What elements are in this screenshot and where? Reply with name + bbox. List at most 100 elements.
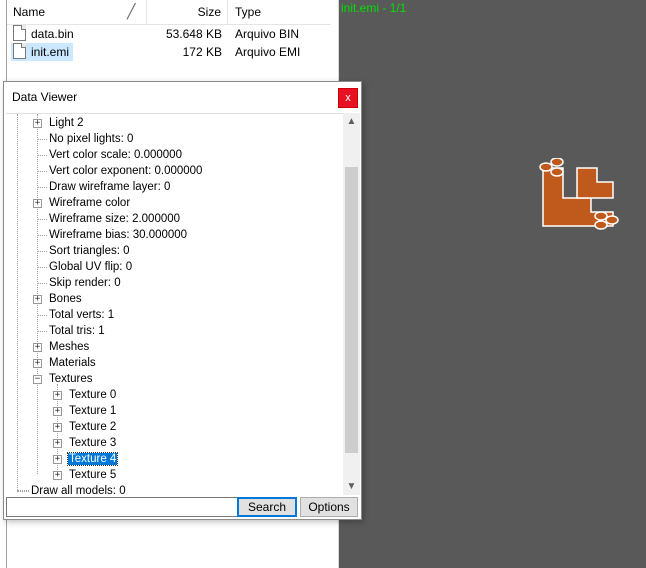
tree-node-no-pixel-lights[interactable]: No pixel lights: 0 [32,131,134,147]
tree-node-label: Wireframe bias: 30.000000 [49,229,188,241]
tree-node-texture-0[interactable]: + Texture 0 [52,387,117,403]
tree-node-wireframe-bias[interactable]: Wireframe bias: 30.000000 [32,227,188,243]
collapse-icon[interactable]: − [33,375,42,384]
column-header-type[interactable]: Type [229,0,329,24]
tree-node-texture-4-selected[interactable]: + Texture 4 [52,451,119,467]
file-list-header: Name ╱ Size Type [7,0,331,25]
expand-icon[interactable]: + [33,359,42,368]
tree-node-light-2[interactable]: + Light 2 [32,115,85,131]
tree-node-label: Light 2 [49,117,84,129]
tree-branch-line [37,171,47,172]
tree-node-vert-color-scale[interactable]: Vert color scale: 0.000000 [32,147,183,163]
tree-node-label: Total tris: 1 [49,325,105,337]
close-icon: x [345,92,351,104]
column-size-label: Size [197,5,221,19]
tree-node-label: Draw all models: 0 [31,485,126,496]
expand-icon[interactable]: + [53,407,62,416]
dialog-titlebar[interactable]: Data Viewer x [4,82,361,112]
expand-icon[interactable]: + [33,343,42,352]
options-button-label: Options [308,500,350,514]
tree-node-textures[interactable]: − Textures [32,371,93,387]
search-button[interactable]: Search [237,497,297,517]
tree-node-label: Texture 4 [66,452,119,466]
tree-node-label: Meshes [49,341,90,353]
file-size: 172 KB [182,45,222,59]
tree-node-total-verts[interactable]: Total verts: 1 [32,307,115,323]
model-logo-icon [539,158,619,230]
tree-node-meshes[interactable]: + Meshes [32,339,90,355]
tree-node-label: Bones [49,293,82,305]
tree-branch-line [37,219,47,220]
expand-icon[interactable]: + [33,295,42,304]
model-viewer[interactable]: init.emi - 1/1 [339,0,646,568]
tree-guide-line [37,378,38,474]
column-name-label: Name [13,5,46,19]
expand-icon[interactable]: + [53,439,62,448]
tree-node-label: Texture 3 [69,437,117,449]
tree-node-label: Total verts: 1 [49,309,115,321]
tree-node-label: Global UV flip: 0 [49,261,133,273]
search-input[interactable] [6,497,242,517]
expand-icon[interactable]: + [53,455,62,464]
tree-branch-line [37,251,47,252]
tree-node-texture-2[interactable]: + Texture 2 [52,419,117,435]
tree-node-label: Textures [49,373,93,385]
tree-branch-line [37,331,47,332]
file-name: data.bin [31,27,74,41]
tree-node-label: Sort triangles: 0 [49,245,130,257]
tree-scrollbar[interactable]: ▲ ▼ [343,113,360,495]
tree-node-label: Texture 5 [69,469,117,481]
expand-icon[interactable]: + [33,199,42,208]
tree-node-draw-all-models[interactable]: Draw all models: 0 [12,483,127,496]
tree-node-texture-5[interactable]: + Texture 5 [52,467,117,483]
file-row-selected[interactable]: init.emi 172 KB Arquivo EMI [7,43,331,61]
tree-node-draw-wireframe-layer[interactable]: Draw wireframe layer: 0 [32,179,171,195]
tree-node-texture-1[interactable]: + Texture 1 [52,403,117,419]
scroll-down-button[interactable]: ▼ [343,478,360,495]
viewer-title: init.emi - 1/1 [341,1,407,15]
tree-node-label: Skip render: 0 [49,277,121,289]
expand-icon[interactable]: + [53,471,62,480]
column-header-name[interactable]: Name [7,0,147,24]
options-button[interactable]: Options [300,497,358,517]
column-header-size[interactable]: Size [148,0,228,24]
sort-indicator-icon: ╱ [127,3,136,19]
tree-node-label: Texture 0 [69,389,117,401]
file-type: Arquivo EMI [235,45,301,59]
tree-branch-line [37,315,47,316]
scroll-up-button[interactable]: ▲ [343,113,360,130]
expand-icon[interactable]: + [53,423,62,432]
tree-guide-line [17,114,18,492]
file-name-cell: init.emi [11,43,74,61]
scrollbar-thumb[interactable] [345,167,358,453]
tree-node-materials[interactable]: + Materials [32,355,97,371]
tree-node-wireframe-color[interactable]: + Wireframe color [32,195,131,211]
file-name-cell: data.bin [11,25,78,43]
tree-node-label: No pixel lights: 0 [49,133,134,145]
tree-node-bones[interactable]: + Bones [32,291,83,307]
tree-node-wireframe-size[interactable]: Wireframe size: 2.000000 [32,211,181,227]
expand-icon[interactable]: + [33,119,42,128]
data-tree[interactable]: + Light 2 No pixel lights: 0 Vert color … [6,113,343,496]
close-button[interactable]: x [338,88,358,108]
tree-branch-line [37,267,47,268]
file-icon [13,25,26,41]
tree-node-vert-color-exponent[interactable]: Vert color exponent: 0.000000 [32,163,203,179]
tree-node-label: Wireframe color [49,197,131,209]
tree-node-label: Wireframe size: 2.000000 [49,213,181,225]
file-row[interactable]: data.bin 53.648 KB Arquivo BIN [7,25,331,43]
tree-node-total-tris[interactable]: Total tris: 1 [32,323,106,339]
tree-node-sort-triangles[interactable]: Sort triangles: 0 [32,243,131,259]
tree-node-texture-3[interactable]: + Texture 3 [52,435,117,451]
tree-node-label: Texture 1 [69,405,117,417]
tree-node-label: Texture 2 [69,421,117,433]
tree-branch-line [37,235,47,236]
tree-node-label: Vert color scale: 0.000000 [49,149,182,161]
tree-branch-line [37,283,47,284]
file-size: 53.648 KB [165,27,222,41]
tree-node-skip-render[interactable]: Skip render: 0 [32,275,122,291]
tree-node-global-uv-flip[interactable]: Global UV flip: 0 [32,259,133,275]
expand-icon[interactable]: + [53,391,62,400]
tree-node-label: Materials [49,357,96,369]
column-type-label: Type [235,5,262,19]
